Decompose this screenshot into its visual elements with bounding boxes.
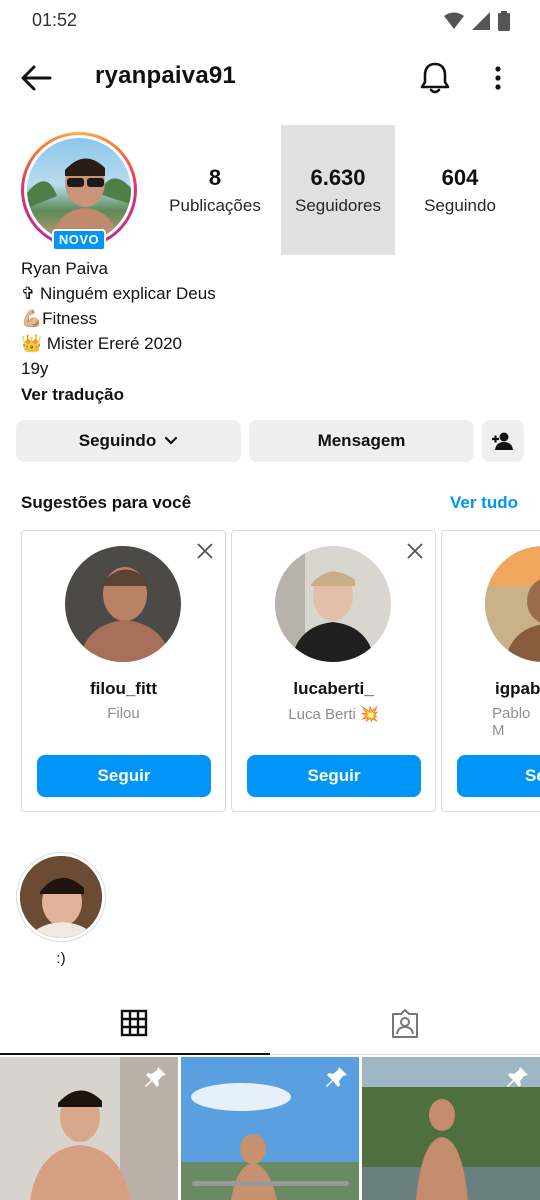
grid-icon	[120, 1009, 148, 1037]
more-options-button[interactable]	[486, 62, 510, 94]
suggestion-avatar-illustration	[65, 546, 181, 662]
profile-bio: Ryan Paiva ✞ Ninguém explicar Deus 💪🏼Fit…	[21, 256, 521, 407]
see-all-link[interactable]: Ver tudo	[450, 493, 518, 513]
suggestion-name: Filou	[107, 705, 140, 722]
post-thumbnail[interactable]	[181, 1057, 359, 1200]
suggestion-name: Luca Berti 💥	[288, 706, 379, 723]
dismiss-suggestion-button[interactable]	[195, 541, 215, 561]
following-label: Seguindo	[424, 196, 496, 215]
profile-name: Ryan Paiva	[21, 259, 108, 278]
suggestion-name: Pablo M	[492, 705, 531, 739]
new-badge: NOVO	[52, 229, 106, 251]
bio-line: ✞ Ninguém explicar Deus	[21, 284, 216, 303]
chevron-down-icon	[165, 436, 178, 445]
pin-icon	[507, 1067, 528, 1087]
battery-icon	[498, 11, 510, 31]
followers-stat[interactable]: 6.630 Seguidores	[281, 125, 395, 255]
more-vertical-icon	[495, 66, 501, 90]
status-bar: 01:52	[0, 0, 540, 42]
highlight-cover	[20, 856, 102, 938]
followers-label: Seguidores	[294, 196, 381, 215]
highlight-illustration	[20, 856, 102, 938]
following-dropdown-button[interactable]: Seguindo	[16, 420, 241, 462]
suggestion-handle[interactable]: lucaberti_	[232, 679, 435, 699]
suggestion-avatar-illustration	[485, 546, 540, 662]
suggestion-handle[interactable]: igpab	[495, 679, 540, 699]
posts-stat[interactable]: 8 Publicações	[158, 125, 272, 255]
suggestion-avatar[interactable]	[485, 546, 540, 662]
bell-icon	[420, 62, 450, 94]
follow-button[interactable]: Seg	[457, 755, 540, 797]
profile-username: ryanpaiva91	[95, 62, 236, 89]
posts-count: 8	[208, 165, 222, 190]
status-icons	[444, 11, 510, 31]
see-translation-link[interactable]: Ver tradução	[21, 382, 521, 407]
story-highlight[interactable]: :)	[16, 852, 106, 967]
following-stat[interactable]: 604 Seguindo	[403, 125, 517, 255]
tab-tagged[interactable]	[270, 995, 540, 1055]
post-thumbnail[interactable]	[362, 1057, 540, 1200]
follow-button[interactable]: Seguir	[247, 755, 421, 797]
bio-line: 19y	[21, 359, 49, 378]
suggestion-card[interactable]: igpab Pablo M Seg	[441, 530, 540, 812]
follow-button[interactable]: Seguir	[37, 755, 211, 797]
suggestion-avatar[interactable]	[65, 546, 181, 662]
message-button[interactable]: Mensagem	[249, 420, 474, 462]
top-bar: ryanpaiva91	[0, 50, 540, 106]
avatar-photo	[27, 138, 131, 242]
post-thumbnail[interactable]	[0, 1057, 178, 1200]
suggestion-handle[interactable]: filou_fitt	[22, 679, 225, 699]
close-icon	[407, 543, 423, 559]
home-indicator[interactable]	[192, 1181, 349, 1186]
following-button-label: Seguindo	[78, 431, 157, 450]
suggestion-card[interactable]: filou_fitt Filou Seguir	[21, 530, 226, 812]
suggestion-avatar[interactable]	[275, 546, 391, 662]
highlight-ring	[16, 852, 106, 942]
suggestions-title: Sugestões para você	[21, 493, 192, 512]
close-icon	[197, 543, 213, 559]
following-count: 604	[441, 165, 479, 190]
bio-line: 👑 Mister Ereré 2020	[21, 334, 183, 353]
back-button[interactable]	[18, 62, 54, 94]
status-time: 01:52	[32, 10, 78, 30]
wifi-icon	[444, 12, 464, 29]
tab-posts-grid[interactable]	[0, 995, 270, 1055]
pin-icon	[145, 1067, 166, 1087]
notifications-button[interactable]	[418, 60, 452, 96]
profile-tabs	[0, 995, 540, 1055]
suggestion-card[interactable]: lucaberti_ Luca Berti 💥 Seguir	[231, 530, 436, 812]
suggest-users-button[interactable]	[482, 420, 524, 462]
posts-label: Publicações	[169, 196, 261, 215]
avatar-illustration	[27, 158, 131, 242]
followers-count: 6.630	[310, 165, 366, 190]
add-person-icon	[492, 432, 513, 450]
pin-icon	[326, 1067, 347, 1087]
highlight-label: :)	[56, 950, 66, 967]
message-button-label: Mensagem	[317, 431, 406, 450]
back-arrow-icon	[21, 65, 52, 91]
signal-icon	[472, 12, 490, 30]
bio-line: 💪🏼Fitness	[21, 309, 97, 328]
dismiss-suggestion-button[interactable]	[405, 541, 425, 561]
suggestion-avatar-illustration	[275, 546, 391, 662]
tagged-person-icon	[392, 1009, 418, 1038]
